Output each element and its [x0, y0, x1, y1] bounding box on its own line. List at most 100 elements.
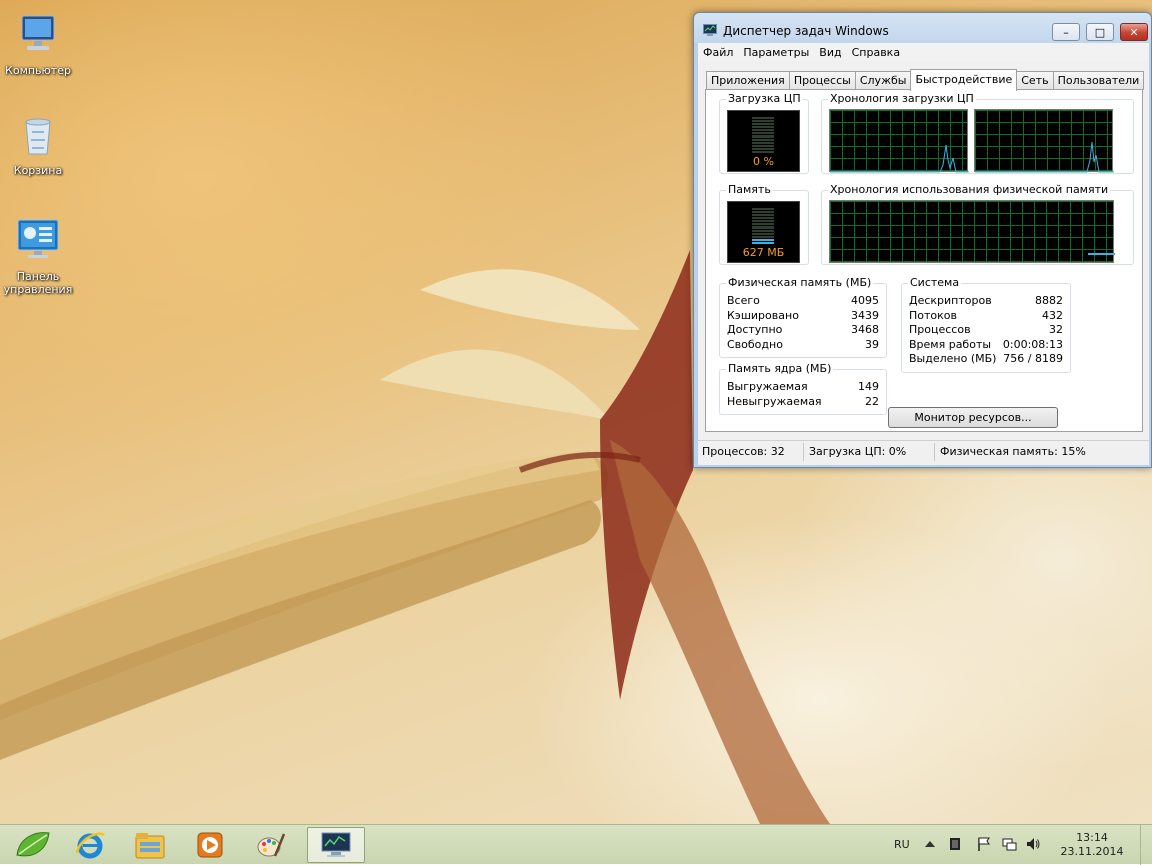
stat-label: Время работы [909, 338, 992, 351]
taskbar-clock[interactable]: 13:14 23.11.2014 [1056, 831, 1128, 859]
minimize-icon: – [1063, 25, 1069, 39]
meter-segment [752, 238, 774, 241]
stat-label: Выгружаемая [727, 380, 808, 393]
maximize-button[interactable]: □ [1086, 23, 1114, 41]
status-cpu: Загрузка ЦП: 0% [809, 445, 907, 458]
memory-history-title: Хронология использования физической памя… [828, 183, 1111, 196]
close-button[interactable]: ✕ [1120, 23, 1148, 41]
meter-segment [752, 126, 774, 129]
tab-performance[interactable]: Быстродействие [910, 69, 1018, 91]
stat-value: 32 [1049, 323, 1063, 336]
tab-processes[interactable]: Процессы [788, 71, 856, 90]
window-client-area: Приложения Процессы Службы Быстродействи… [698, 61, 1149, 465]
meter-segment [752, 135, 774, 138]
memory-history-group: Хронология использования физической памя… [821, 183, 1134, 265]
cpu-history-line-core-2 [975, 141, 1114, 173]
keyboard-battery-icon[interactable] [947, 836, 963, 852]
cpu-history-group: Хронология загрузки ЦП [821, 92, 1134, 174]
meter-segment [752, 150, 774, 153]
taskbar: RU 13:14 23.11.2014 [0, 824, 1152, 865]
meter-segment [752, 214, 774, 217]
meter-segment [752, 229, 774, 232]
menu-file[interactable]: Файл [698, 46, 738, 59]
stat-label: Свободно [727, 338, 783, 351]
meter-segment [752, 226, 774, 229]
taskbar-file-explorer[interactable] [121, 827, 179, 863]
menu-help[interactable]: Справка [847, 46, 905, 59]
meter-segment [752, 144, 774, 147]
tab-services[interactable]: Службы [854, 71, 912, 90]
clock-time: 13:14 [1076, 831, 1108, 844]
stat-label: Невыгружаемая [727, 395, 822, 408]
stat-value: 3439 [851, 309, 879, 322]
memory-value: 627 МБ [742, 246, 785, 259]
memory-group: Память 627 МБ [719, 183, 809, 265]
cpu-usage-title: Загрузка ЦП [726, 92, 803, 105]
show-desktop-button[interactable] [1140, 825, 1152, 865]
clock-date: 23.11.2014 [1060, 845, 1124, 858]
menu-view[interactable]: Вид [814, 46, 846, 59]
status-processes: Процессов: 32 [702, 445, 785, 458]
desktop-icon-control-panel[interactable]: Панель управления [0, 216, 76, 296]
kernel-memory-group: Память ядра (МБ) Выгружаемая 149 Невыгру… [719, 362, 887, 415]
title-bar[interactable]: Диспетчер задач Windows – □ ✕ [694, 13, 1151, 43]
status-memory: Физическая память: 15% [940, 445, 1086, 458]
show-hidden-icons-icon[interactable] [922, 836, 938, 852]
taskbar-task-manager[interactable] [307, 827, 365, 863]
task-manager-icon [703, 24, 717, 36]
desktop-icon-label: Корзина [13, 164, 63, 177]
recycle-bin-icon [25, 118, 51, 155]
cpu-history-graph-core-1 [829, 109, 969, 173]
performance-tab-page: Загрузка ЦП 0 % Хронология загрузки ЦП П… [705, 89, 1143, 432]
status-bar: Процессов: 32 Загрузка ЦП: 0% Физическая… [698, 440, 1149, 462]
minimize-button[interactable]: – [1052, 23, 1080, 41]
taskbar-internet-explorer[interactable] [61, 827, 119, 863]
desktop-icon-label: Компьютер [5, 64, 71, 77]
action-center-flag-icon[interactable] [976, 836, 992, 852]
media-player-icon [197, 832, 223, 858]
meter-segment [752, 141, 774, 144]
task-manager-icon [321, 832, 351, 857]
resource-monitor-button[interactable]: Монитор ресурсов... [888, 407, 1058, 428]
taskbar-media-player[interactable] [181, 827, 239, 863]
meter-segment [752, 138, 774, 141]
meter-segment [752, 117, 774, 120]
meter-segment [752, 211, 774, 214]
tab-networking[interactable]: Сеть [1016, 71, 1054, 90]
meter-segment [752, 223, 774, 226]
meter-segment [752, 208, 774, 211]
stat-label: Потоков [909, 309, 957, 322]
cpu-usage-value: 0 % [753, 155, 774, 168]
language-indicator[interactable]: RU [894, 838, 910, 851]
menu-options[interactable]: Параметры [738, 46, 814, 59]
close-icon: ✕ [1129, 25, 1139, 39]
stat-label: Дескрипторов [909, 294, 992, 307]
cpu-usage-bar [752, 117, 774, 153]
memory-title: Память [726, 183, 773, 196]
taskbar-paint[interactable] [242, 827, 300, 863]
tab-applications[interactable]: Приложения [706, 71, 790, 90]
desktop-icon-recycle-bin[interactable]: Корзина [0, 110, 76, 177]
tab-users[interactable]: Пользователи [1052, 71, 1145, 90]
maximize-icon: □ [1094, 25, 1106, 39]
stat-value: 22 [865, 395, 879, 408]
start-leaf-icon [16, 832, 50, 857]
meter-segment [752, 220, 774, 223]
cpu-usage-group: Загрузка ЦП 0 % [719, 92, 809, 174]
tab-strip: Приложения Процессы Службы Быстродействи… [706, 69, 1145, 91]
task-manager-window[interactable]: Диспетчер задач Windows – □ ✕ Файл Парам… [693, 12, 1152, 468]
network-icon[interactable] [1001, 836, 1017, 852]
stat-label: Выделено (МБ) [909, 352, 997, 365]
stat-value: 756 / 8189 [1003, 352, 1063, 365]
status-divider [803, 443, 804, 461]
meter-segment [752, 235, 774, 238]
desktop-icon-label: Панель управления [3, 270, 73, 296]
stat-label: Всего [727, 294, 760, 307]
memory-bar [752, 208, 774, 244]
stat-value: 4095 [851, 294, 879, 307]
volume-icon[interactable] [1025, 836, 1041, 852]
desktop-icon-computer[interactable]: Компьютер [0, 10, 76, 77]
stat-value: 39 [865, 338, 879, 351]
start-button[interactable] [4, 827, 62, 863]
memory-meter: 627 МБ [727, 201, 800, 263]
